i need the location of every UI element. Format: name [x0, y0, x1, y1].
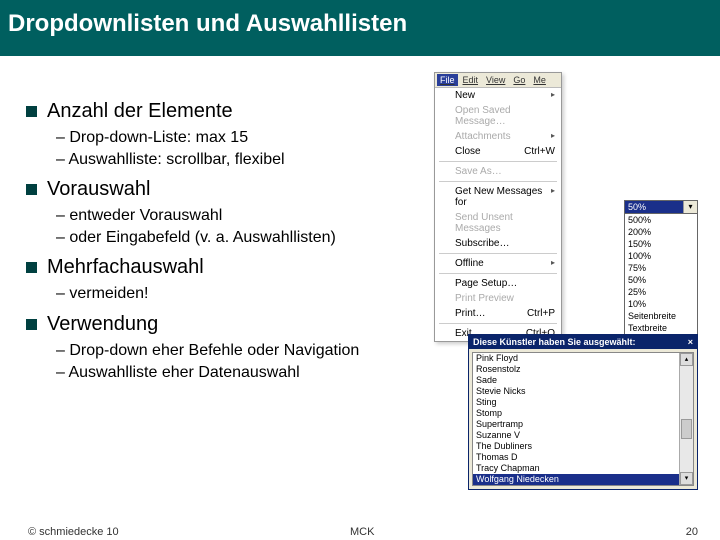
list-item[interactable]: Pink Floyd — [473, 353, 679, 364]
menu-separator — [439, 323, 557, 324]
bullet-item: Auswahlliste eher Datenauswahl — [56, 362, 448, 384]
zoom-option[interactable]: Textbreite — [625, 322, 697, 334]
bullet-icon — [26, 106, 37, 117]
listbox-items[interactable]: Pink FloydRosenstolzSadeStevie NicksStin… — [473, 353, 679, 485]
bullet-icon — [26, 319, 37, 330]
menu-item[interactable]: Subscribe… — [435, 236, 561, 251]
list-item[interactable]: Rosenstolz — [473, 364, 679, 375]
menu-item[interactable]: CloseCtrl+W — [435, 144, 561, 159]
list-item[interactable]: Suzanne V — [473, 430, 679, 441]
menu-item: Open Saved Message… — [435, 103, 561, 129]
bullet-item: oder Eingabefeld (v. a. Auswahllisten) — [56, 227, 448, 249]
menu-item[interactable]: Offline — [435, 256, 561, 271]
bullet-item: Drop-down-Liste: max 15 — [56, 127, 448, 149]
scroll-down-icon[interactable]: ▾ — [680, 472, 693, 485]
listbox-caption: Diese Künstler haben Sie ausgewählt: × — [469, 335, 697, 349]
bullet-item: Drop-down eher Befehle oder Navigation — [56, 340, 448, 362]
figure-dropdown-menu: File Edit View Go Me NewOpen Saved Messa… — [434, 72, 562, 342]
list-item[interactable]: Wolfgang Niedecken — [473, 474, 679, 485]
menu-item: Save As… — [435, 164, 561, 179]
menu-item[interactable]: Print…Ctrl+P — [435, 306, 561, 321]
scroll-track[interactable] — [680, 366, 693, 472]
close-icon[interactable]: × — [688, 337, 693, 347]
bullet-item: entweder Vorauswahl — [56, 205, 448, 227]
zoom-combobox[interactable]: 50% ▾ — [625, 201, 697, 214]
bullet-item: vermeiden! — [56, 283, 448, 305]
menu-item[interactable]: New — [435, 88, 561, 103]
menu-item: Attachments — [435, 129, 561, 144]
menubar-view[interactable]: View — [483, 74, 508, 86]
zoom-option[interactable]: 500% — [625, 214, 697, 226]
menubar-edit[interactable]: Edit — [460, 74, 482, 86]
section-heading: Mehrfachauswahl — [26, 256, 448, 279]
menu-item: Print Preview — [435, 291, 561, 306]
bullet-item: Auswahlliste: scrollbar, flexibel — [56, 149, 448, 171]
list-item[interactable]: The Dubliners — [473, 441, 679, 452]
menu-separator — [439, 181, 557, 182]
menu-separator — [439, 161, 557, 162]
zoom-value: 50% — [625, 201, 683, 213]
list-item[interactable]: Supertramp — [473, 419, 679, 430]
section-heading: Anzahl der Elemente — [26, 100, 448, 123]
scroll-thumb[interactable] — [681, 419, 692, 439]
zoom-option[interactable]: 200% — [625, 226, 697, 238]
menu-item[interactable]: Get New Messages for — [435, 184, 561, 210]
zoom-option[interactable]: 100% — [625, 250, 697, 262]
menubar-file[interactable]: File — [437, 74, 458, 86]
footer-copyright: © schmiedecke 10 — [28, 526, 119, 538]
scroll-up-icon[interactable]: ▴ — [680, 353, 693, 366]
footer-page-number: 20 — [686, 526, 698, 538]
list-item[interactable]: Sting — [473, 397, 679, 408]
menu-item[interactable]: Page Setup… — [435, 276, 561, 291]
chevron-down-icon[interactable]: ▾ — [683, 201, 697, 213]
zoom-option[interactable]: Seitenbreite — [625, 310, 697, 322]
zoom-option[interactable]: 75% — [625, 262, 697, 274]
menu-separator — [439, 273, 557, 274]
menubar: File Edit View Go Me — [435, 73, 561, 88]
zoom-option[interactable]: 25% — [625, 286, 697, 298]
menubar-more[interactable]: Me — [530, 74, 549, 86]
list-item[interactable]: Thomas D — [473, 452, 679, 463]
figure-listbox: Diese Künstler haben Sie ausgewählt: × P… — [468, 334, 698, 490]
zoom-option[interactable]: 150% — [625, 238, 697, 250]
bullet-icon — [26, 184, 37, 195]
zoom-option[interactable]: 50% — [625, 274, 697, 286]
menu-separator — [439, 253, 557, 254]
section-heading: Verwendung — [26, 313, 448, 336]
menu-item: Send Unsent Messages — [435, 210, 561, 236]
list-item[interactable]: Stomp — [473, 408, 679, 419]
bullet-icon — [26, 262, 37, 273]
list-item[interactable]: Tracy Chapman — [473, 463, 679, 474]
menubar-go[interactable]: Go — [510, 74, 528, 86]
slide-title: Dropdownlisten und Auswahllisten — [0, 0, 720, 56]
zoom-option[interactable]: 10% — [625, 298, 697, 310]
footer-module: MCK — [350, 526, 374, 538]
section-heading: Vorauswahl — [26, 178, 448, 201]
slide-content: Anzahl der Elemente Drop-down-Liste: max… — [8, 100, 448, 391]
list-item[interactable]: Stevie Nicks — [473, 386, 679, 397]
scrollbar[interactable]: ▴ ▾ — [679, 353, 693, 485]
list-item[interactable]: Sade — [473, 375, 679, 386]
